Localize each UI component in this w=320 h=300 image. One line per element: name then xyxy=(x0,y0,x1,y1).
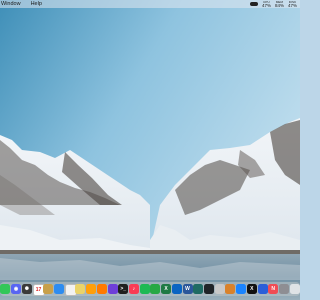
music-icon[interactable]: ♪ xyxy=(128,284,139,294)
desktop-wallpaper xyxy=(0,0,300,300)
books-icon[interactable] xyxy=(96,284,107,294)
disk-value: 47% xyxy=(287,3,297,8)
mem-value: 84% xyxy=(274,3,284,8)
terminal-icon[interactable]: >_ xyxy=(118,284,129,294)
podcasts-icon[interactable] xyxy=(107,284,118,294)
chatgpt-icon[interactable]: ✺ xyxy=(21,284,32,294)
dock: ◉ ✺ 17 >_ ♪ X W X N xyxy=(0,282,300,296)
app-teal-icon[interactable] xyxy=(193,284,204,294)
sticky-icon[interactable] xyxy=(75,284,86,294)
cloud-icon[interactable] xyxy=(249,2,258,6)
finder-icon[interactable] xyxy=(53,284,64,294)
news-icon[interactable]: N xyxy=(268,284,279,294)
outlook-icon[interactable] xyxy=(171,284,182,294)
settings-icon[interactable] xyxy=(278,284,289,294)
discord-icon[interactable]: ◉ xyxy=(11,284,22,294)
menu-help[interactable]: Help xyxy=(31,1,42,7)
menu-bar: Window Help CPU 47% MEM 84% DISK 47% xyxy=(0,0,300,8)
excel-icon[interactable]: X xyxy=(161,284,172,294)
disk-stat[interactable]: DISK 47% xyxy=(288,0,297,8)
word-icon[interactable]: W xyxy=(182,284,193,294)
cpu-stat[interactable]: CPU 47% xyxy=(262,0,271,8)
messages-icon[interactable] xyxy=(0,284,11,294)
x-icon[interactable]: X xyxy=(246,284,257,294)
cpu-value: 47% xyxy=(261,3,271,8)
app-gray-icon[interactable] xyxy=(214,284,225,294)
notes-icon[interactable] xyxy=(43,284,54,294)
app-dark-icon[interactable] xyxy=(203,284,214,294)
spotify-icon[interactable] xyxy=(139,284,150,294)
trash-icon[interactable] xyxy=(289,284,300,294)
safari-icon[interactable] xyxy=(236,284,247,294)
app-orange-icon[interactable] xyxy=(225,284,236,294)
app-green-icon[interactable] xyxy=(150,284,161,294)
photos-icon[interactable] xyxy=(86,284,97,294)
shield-icon[interactable] xyxy=(257,284,268,294)
menu-window[interactable]: Window xyxy=(1,1,21,7)
mem-stat[interactable]: MEM 84% xyxy=(275,0,284,8)
